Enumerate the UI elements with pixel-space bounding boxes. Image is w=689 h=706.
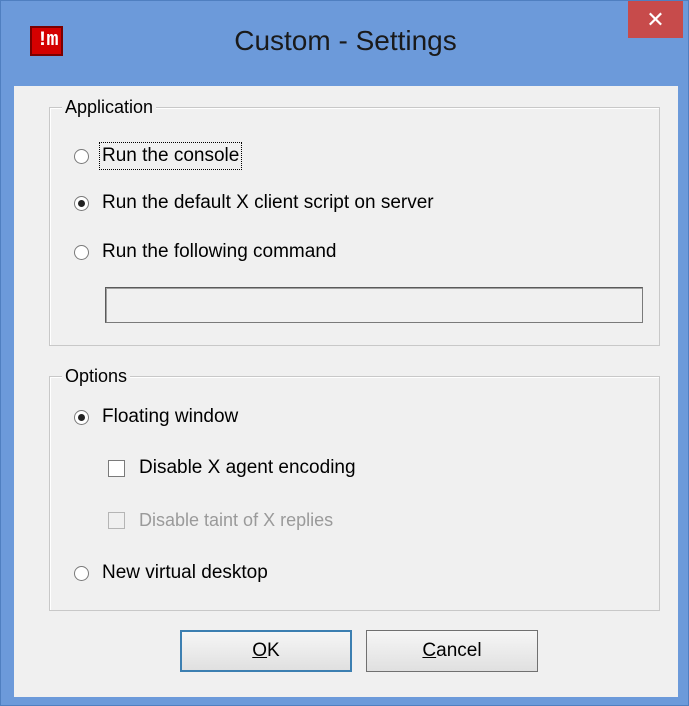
- settings-dialog: !m Custom - Settings ✕ Application Run t…: [0, 0, 689, 706]
- close-icon: ✕: [646, 7, 665, 32]
- checkbox-disable-taint: Disable taint of X replies: [108, 507, 333, 533]
- command-input[interactable]: [105, 287, 643, 323]
- radio-run-command[interactable]: Run the following command: [74, 239, 336, 265]
- checkbox-disable-x-agent-encoding-box[interactable]: [108, 459, 125, 477]
- checkbox-disable-taint-box: [108, 511, 125, 529]
- radio-run-console-label: Run the console: [98, 142, 243, 170]
- ok-button-mnemonic: O: [252, 640, 268, 661]
- radio-run-default-script-button[interactable]: [74, 195, 89, 211]
- title-bar[interactable]: !m Custom - Settings ✕: [1, 1, 689, 87]
- radio-run-default-script-label: Run the default X client script on serve…: [102, 192, 434, 213]
- radio-floating-window[interactable]: Floating window: [74, 404, 238, 430]
- checkbox-disable-x-agent-encoding-label: Disable X agent encoding: [139, 457, 356, 478]
- cancel-button[interactable]: Cancel: [366, 630, 538, 672]
- radio-run-default-script[interactable]: Run the default X client script on serve…: [74, 190, 434, 216]
- close-button[interactable]: ✕: [628, 1, 683, 38]
- radio-run-command-button[interactable]: [74, 244, 89, 260]
- cancel-button-mnemonic: C: [422, 640, 437, 661]
- radio-new-virtual-desktop-button[interactable]: [74, 565, 89, 581]
- application-group-label: Application: [62, 96, 157, 118]
- radio-run-console-button[interactable]: [74, 148, 89, 164]
- window-title: Custom - Settings: [234, 25, 457, 56]
- checkbox-disable-taint-label: Disable taint of X replies: [139, 509, 334, 530]
- radio-run-console[interactable]: Run the console: [74, 142, 243, 170]
- radio-floating-window-label: Floating window: [102, 406, 239, 427]
- ok-button[interactable]: OK: [180, 630, 352, 672]
- cancel-button-label: ancel: [436, 640, 482, 661]
- radio-new-virtual-desktop-label: New virtual desktop: [102, 562, 268, 583]
- radio-run-command-label: Run the following command: [102, 241, 337, 262]
- dialog-client-area: Application Run the console Run the defa…: [14, 86, 678, 697]
- checkbox-disable-x-agent-encoding[interactable]: Disable X agent encoding: [108, 455, 356, 481]
- radio-floating-window-button[interactable]: [74, 409, 89, 425]
- ok-button-label: K: [267, 640, 280, 661]
- options-group-label: Options: [62, 365, 131, 387]
- radio-new-virtual-desktop[interactable]: New virtual desktop: [74, 560, 268, 586]
